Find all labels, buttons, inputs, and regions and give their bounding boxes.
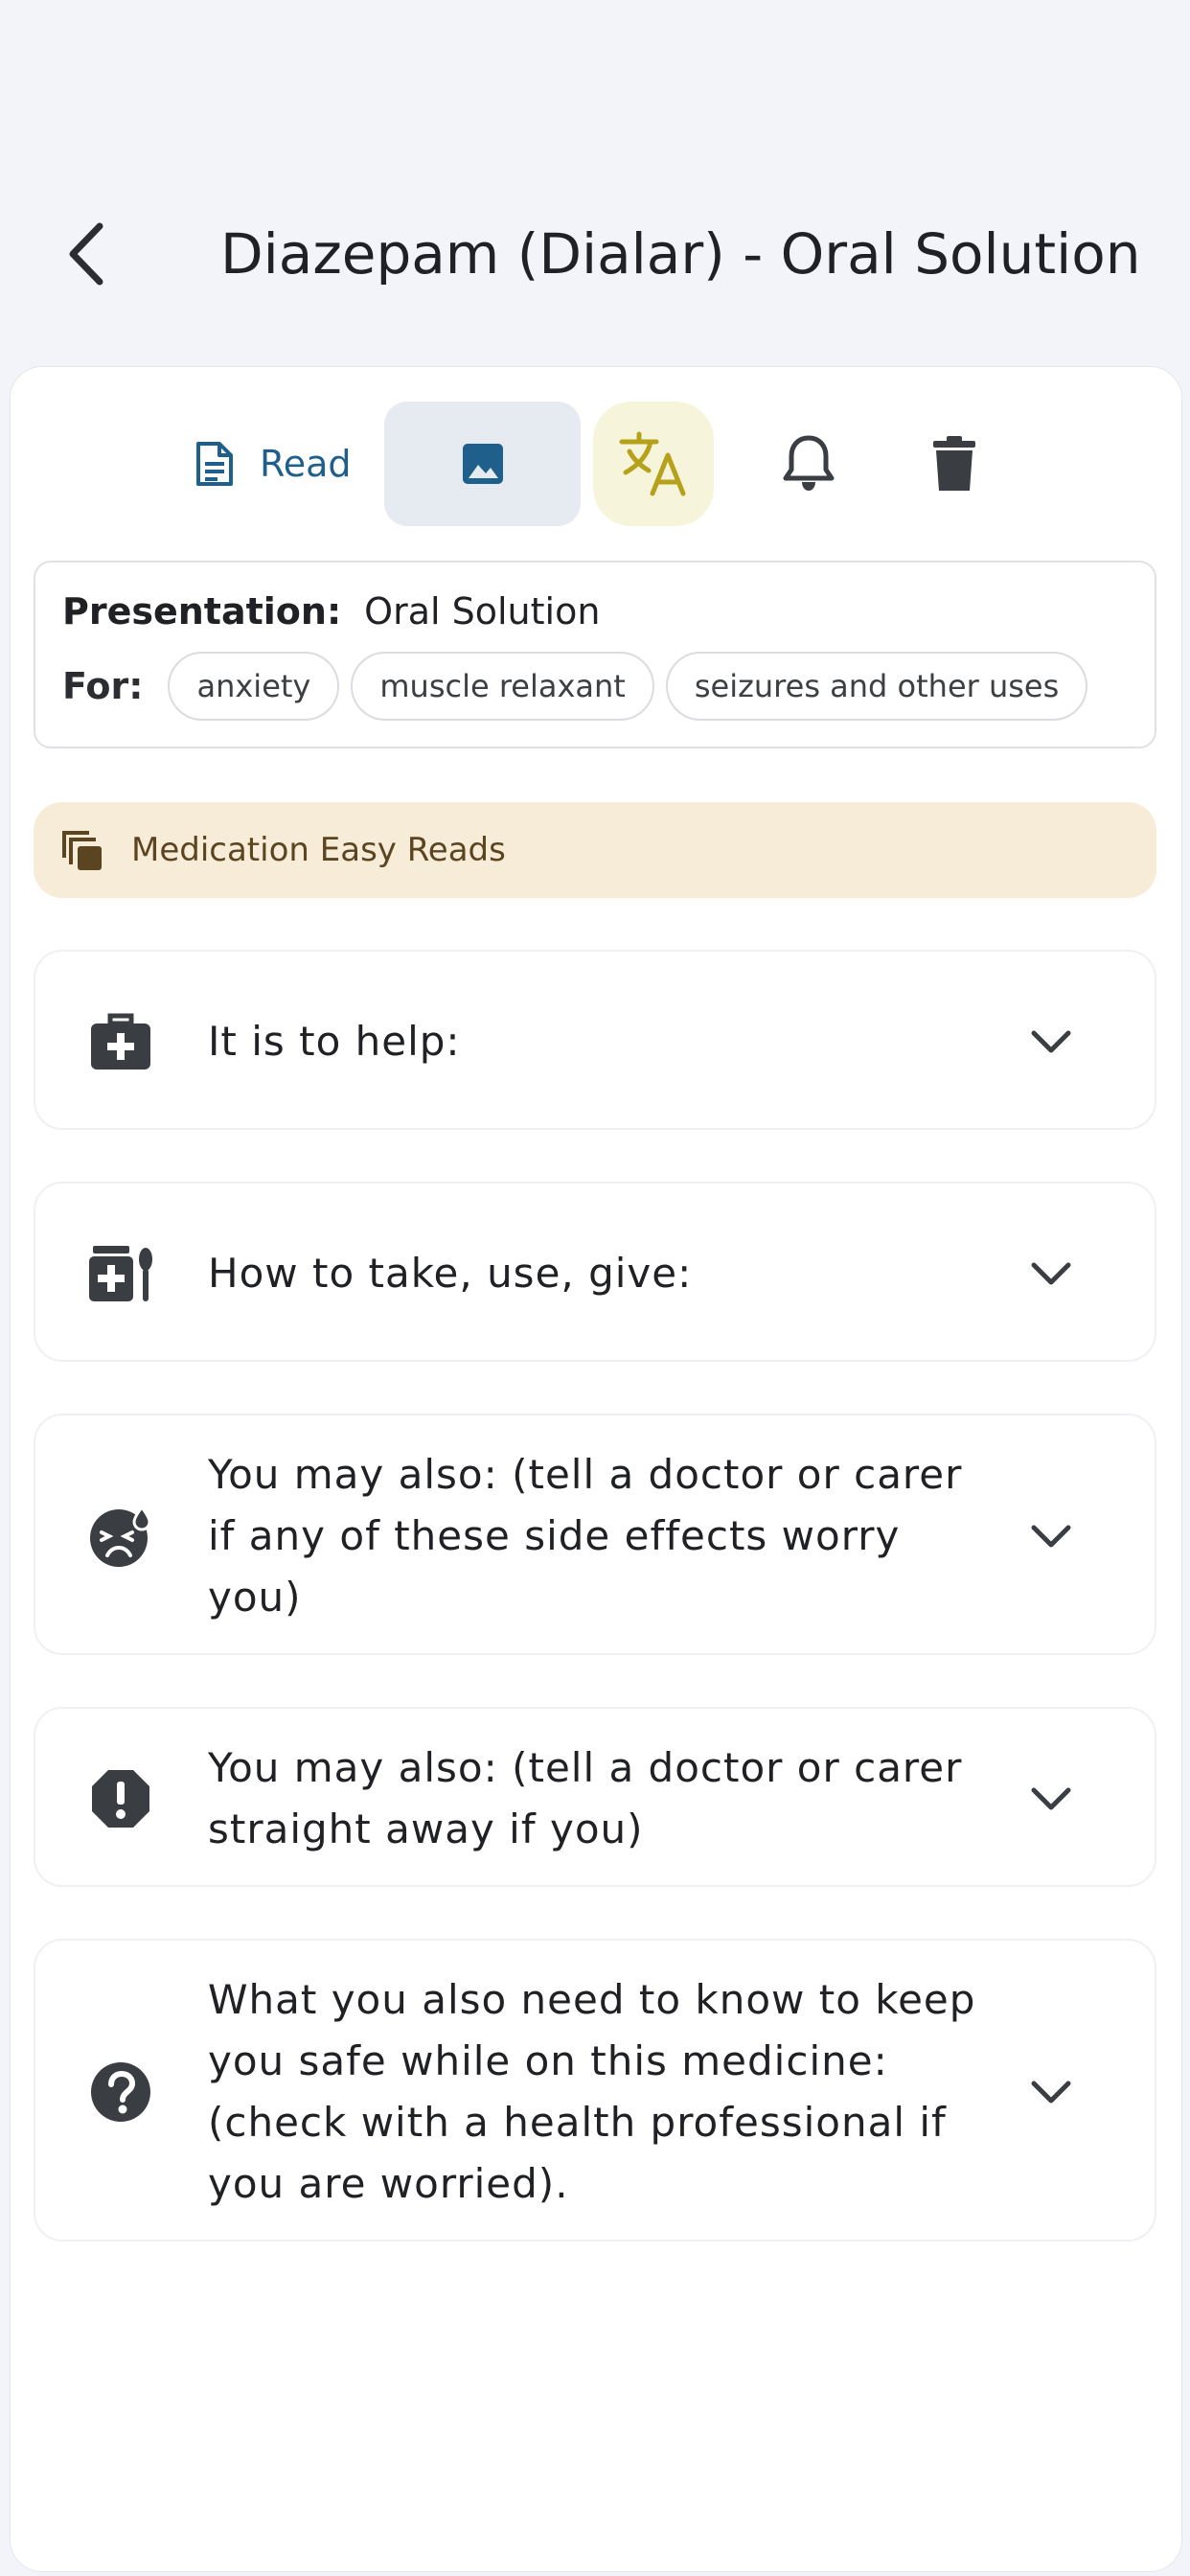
view-toolbar: Read xyxy=(11,402,1181,526)
use-chip[interactable]: seizures and other uses xyxy=(665,652,1088,721)
presentation-label: Presentation: xyxy=(62,590,342,632)
section-title: What you also need to know to keep you s… xyxy=(208,1976,976,2207)
delete-button[interactable] xyxy=(892,402,1017,526)
easy-reads-banner[interactable]: Medication Easy Reads xyxy=(34,802,1156,898)
chevron-down-icon xyxy=(1027,1517,1075,1555)
section-safety[interactable]: What you also need to know to keep you s… xyxy=(34,1939,1156,2242)
copy-icon xyxy=(60,829,104,877)
chevron-down-icon xyxy=(1027,1254,1075,1293)
section-purpose[interactable]: It is to help: xyxy=(34,950,1156,1130)
use-chip[interactable]: anxiety xyxy=(168,652,340,721)
page-title: Diazepam (Dialar) - Oral Solution ... xyxy=(220,221,1140,287)
sad-face-icon xyxy=(87,1503,154,1570)
presentation-row: Presentation: Oral Solution xyxy=(62,587,600,635)
for-row: For: anxiety muscle relaxant seizures an… xyxy=(62,649,1088,724)
image-tab[interactable] xyxy=(384,402,581,526)
chevron-left-icon xyxy=(69,222,103,286)
medical-kit-icon xyxy=(87,1008,154,1075)
bell-icon xyxy=(783,435,835,491)
section-title: You may also: (tell a doctor or carer if… xyxy=(208,1451,963,1621)
section-how-to-take[interactable]: How to take, use, give: xyxy=(34,1182,1156,1362)
medicine-spoon-icon xyxy=(87,1240,154,1307)
banner-text: Medication Easy Reads xyxy=(131,831,506,869)
chevron-down-icon xyxy=(1027,1023,1075,1061)
question-icon xyxy=(87,2058,154,2126)
back-button[interactable] xyxy=(53,216,120,292)
exclamation-icon xyxy=(87,1765,154,1832)
reminder-button[interactable] xyxy=(746,402,871,526)
for-label: For: xyxy=(62,665,144,707)
chevron-down-icon xyxy=(1027,2073,1075,2111)
section-title: How to take, use, give: xyxy=(208,1250,693,1297)
document-icon xyxy=(196,442,233,486)
section-title: You may also: (tell a doctor or carer st… xyxy=(208,1744,963,1852)
use-chip[interactable]: muscle relaxant xyxy=(351,652,654,721)
presentation-value: Oral Solution xyxy=(364,590,601,632)
image-icon xyxy=(462,444,503,484)
trash-icon xyxy=(933,436,975,491)
section-side-effects[interactable]: You may also: (tell a doctor or carer if… xyxy=(34,1414,1156,1655)
content-card: Read Presentation: Oral Solution For: an… xyxy=(10,366,1182,2572)
chevron-down-icon xyxy=(1027,1780,1075,1818)
translate-button[interactable] xyxy=(593,402,714,526)
medication-info-box: Presentation: Oral Solution For: anxiety … xyxy=(34,561,1156,748)
read-label: Read xyxy=(260,443,352,485)
app-header: Diazepam (Dialar) - Oral Solution ... xyxy=(0,192,1190,316)
translate-icon xyxy=(619,431,686,496)
read-tab[interactable]: Read xyxy=(193,402,384,526)
section-urgent-effects[interactable]: You may also: (tell a doctor or carer st… xyxy=(34,1707,1156,1887)
section-title: It is to help: xyxy=(208,1018,461,1065)
